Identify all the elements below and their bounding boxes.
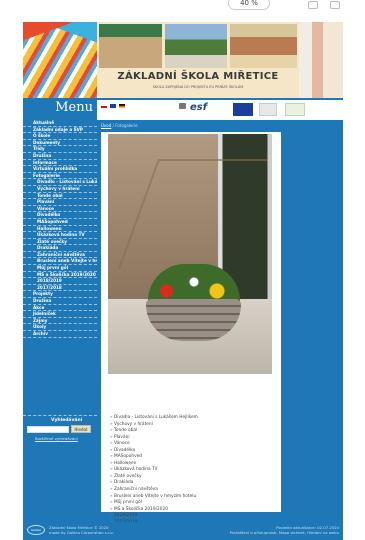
german-flag-icon[interactable] bbox=[119, 104, 125, 108]
page: 40 % ZÁKLADNÍ ŠKOLA MIŘETICE ŠKOLA ZAPOJ… bbox=[0, 0, 365, 540]
logo-row: esf bbox=[97, 100, 343, 120]
sidebar-item[interactable]: Informace bbox=[23, 160, 97, 167]
sidebar-item[interactable]: MŠ a Školička 2019/2020 bbox=[23, 272, 97, 279]
school-subtitle: ŠKOLA ZAPOJENÁ DO PROJEKTU EU PENÍZE ŠKO… bbox=[152, 85, 244, 89]
school-title[interactable]: ZÁKLADNÍ ŠKOLA MIŘETICE bbox=[97, 71, 299, 82]
sidebar-item[interactable]: Divadélko bbox=[23, 212, 97, 219]
sidebar-item[interactable]: Fotogalerie bbox=[23, 173, 97, 180]
gallery-list-item[interactable]: Divadlo - Listování s Lukášem Hejlíkem bbox=[110, 415, 198, 422]
browser-bookmark-icon[interactable] bbox=[330, 1, 340, 9]
sidebar-item[interactable]: Halloween bbox=[23, 226, 97, 233]
browser-zoom-indicator[interactable]: 40 % bbox=[228, 0, 270, 10]
sidebar-item[interactable]: Drakiáda bbox=[23, 245, 97, 252]
sidebar-item[interactable]: Třídy bbox=[23, 146, 97, 153]
search-button[interactable]: Hledat bbox=[71, 425, 91, 433]
sidebar-item[interactable]: Plavání bbox=[23, 199, 97, 206]
breadcrumb-home-link[interactable]: Úvod bbox=[101, 123, 111, 128]
header-photo-left bbox=[23, 22, 97, 98]
sidebar-item[interactable]: Archiv bbox=[23, 331, 97, 338]
sidebar-item[interactable]: Divadlo - Listování s Lukášem Hejlíkem bbox=[23, 179, 97, 186]
sidebar-item[interactable]: Bruslení aneb Vítejte v hmyzím hotelu bbox=[23, 258, 97, 266]
sidebar-item[interactable]: Virtuální prohlídka bbox=[23, 166, 97, 173]
sidebar-item[interactable]: Zájmy bbox=[23, 318, 97, 325]
menu-heading: Menu bbox=[55, 100, 93, 115]
sidebar-item[interactable]: Družina bbox=[23, 298, 97, 305]
breadcrumb: Úvod / Fotogalerie bbox=[101, 123, 138, 128]
galileo-logo[interactable]: Galileo bbox=[27, 525, 45, 535]
school-website: ZÁKLADNÍ ŠKOLA MIŘETICE ŠKOLA ZAPOJENÁ D… bbox=[23, 22, 343, 540]
search-input[interactable] bbox=[27, 426, 69, 433]
esf-logo: esf bbox=[190, 102, 208, 113]
english-flag-icon[interactable] bbox=[110, 104, 116, 108]
sidebar-item[interactable]: Vánoce bbox=[23, 206, 97, 213]
sidebar-item[interactable]: Tonde obal bbox=[23, 193, 97, 200]
header-photo-3 bbox=[230, 24, 297, 68]
sidebar-item[interactable]: MASopohved bbox=[23, 219, 97, 226]
breadcrumb-separator: / bbox=[112, 123, 114, 128]
sidebar-item[interactable]: Ukázková hodina TV bbox=[23, 232, 97, 239]
sidebar-item[interactable]: Jídelníček bbox=[23, 311, 97, 318]
sidebar-item[interactable]: Zlaté ovečky bbox=[23, 239, 97, 246]
czech-flag-icon[interactable] bbox=[101, 104, 107, 108]
gallery-list: Divadlo - Listování s Lukášem HejlíkemVý… bbox=[110, 415, 198, 526]
eu-flag-logo bbox=[233, 103, 253, 116]
sidebar-item[interactable]: Úkoly bbox=[23, 324, 97, 331]
browser-refresh-icon[interactable] bbox=[308, 1, 318, 9]
sidebar-item[interactable]: 2018/2019 bbox=[23, 278, 97, 285]
sidebar-item[interactable]: Základní údaje a ŠVP bbox=[23, 127, 97, 134]
breadcrumb-current: Fotogalerie bbox=[115, 123, 138, 128]
sidebar-item[interactable]: Akce bbox=[23, 305, 97, 312]
sidebar-item[interactable]: Výchovy v hrátení bbox=[23, 186, 97, 193]
msmt-logo bbox=[259, 103, 277, 116]
sidebar-item[interactable]: 2017/2018 bbox=[23, 285, 97, 292]
search-label: Vyhledávání bbox=[51, 418, 83, 423]
advanced-search-link[interactable]: Rozšířené vyhledávání bbox=[35, 436, 78, 441]
sidebar-item[interactable]: Družina bbox=[23, 153, 97, 160]
sidebar-menu: Aktuálně Základní údaje a ŠVP O škole Dokum… bbox=[23, 120, 97, 338]
gallery-photo[interactable] bbox=[108, 134, 272, 374]
header-photo-1 bbox=[99, 24, 162, 68]
site-header: ZÁKLADNÍ ŠKOLA MIŘETICE ŠKOLA ZAPOJENÁ D… bbox=[97, 22, 299, 98]
site-footer: Galileo Základní škola Miřetice © 2020 m… bbox=[23, 522, 343, 540]
sidebar-item[interactable]: Zahraniční návštěva bbox=[23, 252, 97, 259]
sidebar-item[interactable]: Dokumenty bbox=[23, 140, 97, 147]
footer-links[interactable]: Prohlášení o přístupnosti, Mapa stránek,… bbox=[230, 530, 339, 535]
footer-made-by[interactable]: made by Galileo Corporation s.r.o. bbox=[49, 530, 114, 535]
header-photo-2 bbox=[165, 24, 227, 68]
sidebar-item[interactable]: O škole bbox=[23, 133, 97, 140]
search-panel: Vyhledávání Hledat Rozšířené vyhledávání bbox=[23, 415, 97, 453]
main-content: Divadlo - Listování s Lukášem HejlíkemVý… bbox=[101, 132, 281, 525]
sidebar-item[interactable]: Můj první gól bbox=[23, 265, 97, 272]
print-icon[interactable] bbox=[179, 103, 186, 109]
sidebar-item[interactable]: Aktuálně bbox=[23, 120, 97, 127]
op-vk-logo bbox=[285, 103, 305, 116]
header-photo-right bbox=[299, 22, 343, 98]
sidebar-item[interactable]: Projekty bbox=[23, 291, 97, 299]
